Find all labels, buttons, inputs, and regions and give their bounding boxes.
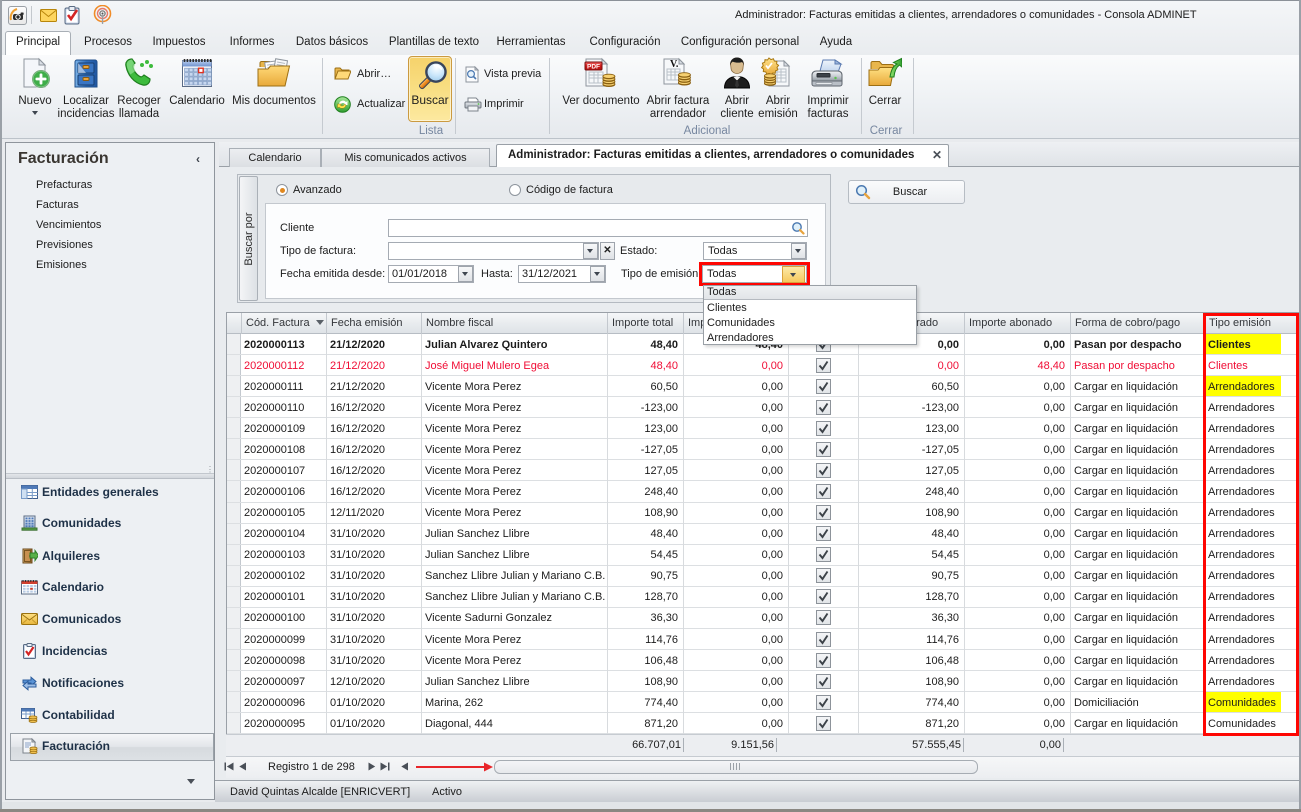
svg-text:V.: V. (670, 59, 679, 70)
svg-text:PDF: PDF (587, 64, 600, 71)
